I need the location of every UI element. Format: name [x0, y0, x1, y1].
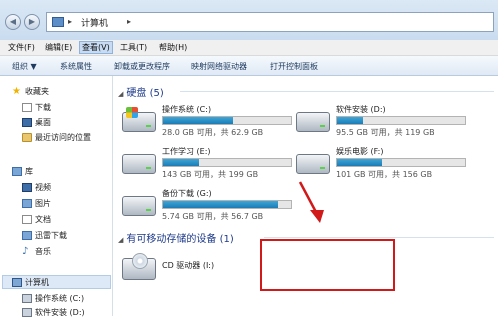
- collapse-triangle-icon: ◢: [118, 90, 124, 98]
- sidebar-item-label: 音乐: [35, 247, 51, 256]
- music-icon: ♪: [22, 246, 29, 257]
- command-toolbar: 组织 ▼ 系统属性 卸载或更改程序 映射网络驱动器 打开控制面板: [0, 56, 498, 76]
- sidebar-item-label: 收藏夹: [25, 87, 49, 96]
- system-properties-button[interactable]: 系统属性: [60, 61, 92, 72]
- sidebar-item-label: 图片: [35, 199, 51, 208]
- annotation-arrow-icon: [298, 181, 324, 223]
- menu-tools[interactable]: 工具(T): [118, 42, 149, 53]
- map-network-drive-button[interactable]: 映射网络驱动器: [191, 61, 247, 72]
- removable-group-header[interactable]: ◢ 有可移动存储的设备 (1): [118, 230, 234, 245]
- drive-space-info: 5.74 GB 可用，共 56.7 GB: [162, 212, 264, 221]
- drive-name: CD 驱动器 (I:): [162, 261, 215, 270]
- drive-usage-bar: [162, 158, 292, 167]
- recent-places-icon: [22, 133, 32, 142]
- menu-edit[interactable]: 编辑(E): [43, 42, 74, 53]
- menu-view[interactable]: 查看(V): [79, 41, 113, 54]
- menu-file[interactable]: 文件(F): [6, 42, 37, 53]
- navigation-pane: ★ 收藏夹 下载 桌面 最近访问的位置 库 视频 图片 文档 迅雷下载 ♪ 音乐…: [0, 76, 113, 317]
- disc-icon: [132, 253, 148, 269]
- drive-d[interactable]: 软件安装 (D:) 95.5 GB 可用，共 119 GB: [292, 104, 467, 144]
- group-divider: [180, 91, 494, 92]
- annotation-highlight-box: [260, 239, 395, 291]
- sidebar-item-label: 桌面: [35, 118, 51, 127]
- drive-space-info: 95.5 GB 可用，共 119 GB: [336, 128, 435, 137]
- back-arrow-icon: ◀: [9, 17, 17, 26]
- drive-name: 娱乐电影 (F:): [336, 147, 384, 156]
- hard-drive-icon: [296, 154, 330, 174]
- address-bar[interactable]: ▸ 计算机 ▸: [46, 12, 494, 32]
- cd-drive-icon: [122, 253, 156, 280]
- chevron-right-icon[interactable]: ▸: [127, 17, 131, 26]
- hard-drive-icon: [296, 112, 330, 132]
- drive-name: 软件安装 (D:): [336, 105, 386, 114]
- back-button[interactable]: ◀: [5, 14, 21, 30]
- menu-help[interactable]: 帮助(H): [157, 42, 189, 53]
- collapse-triangle-icon: ◢: [118, 236, 124, 244]
- drive-e[interactable]: 工作学习 (E:) 143 GB 可用，共 199 GB: [118, 146, 293, 186]
- hdd-group-header[interactable]: ◢ 硬盘 (5): [118, 84, 164, 99]
- drive-name: 操作系统 (C:): [162, 105, 212, 114]
- system-drive-icon: [122, 107, 156, 132]
- hard-drive-icon: [122, 154, 156, 174]
- group-divider: [264, 237, 494, 238]
- desktop-icon: [22, 118, 32, 127]
- sidebar-item-label: 视频: [35, 183, 51, 192]
- drive-c[interactable]: 操作系统 (C:) 28.0 GB 可用，共 62.9 GB: [118, 104, 293, 144]
- drive-usage-bar: [162, 116, 292, 125]
- drive-icon: [22, 294, 32, 303]
- menu-bar: 文件(F) 编辑(E) 查看(V) 工具(T) 帮助(H): [0, 40, 498, 56]
- address-area: ◀ ▶ ▸ 计算机 ▸: [0, 0, 498, 40]
- drive-space-info: 101 GB 可用，共 156 GB: [336, 170, 433, 179]
- organize-button[interactable]: 组织 ▼: [12, 61, 37, 72]
- forward-button[interactable]: ▶: [24, 14, 40, 30]
- computer-icon: [12, 278, 22, 287]
- drive-usage-bar: [336, 116, 466, 125]
- library-icon: [12, 167, 22, 176]
- windows-logo-icon: [126, 107, 138, 118]
- video-icon: [22, 183, 32, 192]
- address-path[interactable]: 计算机: [81, 16, 108, 29]
- xunlei-icon: [22, 231, 32, 240]
- sidebar-item-label: 迅雷下载: [35, 231, 67, 240]
- drive-name: 工作学习 (E:): [162, 147, 211, 156]
- sidebar-item-label: 操作系统 (C:): [35, 294, 85, 303]
- chevron-right-icon[interactable]: ▸: [68, 17, 72, 26]
- drive-name: 备份下载 (G:): [162, 189, 212, 198]
- drive-space-info: 143 GB 可用，共 199 GB: [162, 170, 259, 179]
- uninstall-program-button[interactable]: 卸载或更改程序: [114, 61, 170, 72]
- sidebar-item-label: 文档: [35, 215, 51, 224]
- drive-g[interactable]: 备份下载 (G:) 5.74 GB 可用，共 56.7 GB: [118, 188, 293, 228]
- sidebar-item-label: 软件安装 (D:): [35, 308, 85, 317]
- drive-usage-bar: [162, 200, 292, 209]
- drive-space-info: 28.0 GB 可用，共 62.9 GB: [162, 128, 264, 137]
- document-icon: [22, 215, 32, 224]
- hard-drive-icon: [122, 196, 156, 216]
- forward-arrow-icon: ▶: [28, 17, 36, 26]
- picture-icon: [22, 199, 32, 208]
- star-icon: ★: [12, 86, 21, 97]
- sidebar-item-label: 最近访问的位置: [35, 133, 91, 142]
- sidebar-item-label: 计算机: [25, 278, 49, 287]
- drive-usage-bar: [336, 158, 466, 167]
- group-title: 硬盘 (5): [126, 88, 164, 99]
- sidebar-item-label: 库: [25, 167, 33, 176]
- download-folder-icon: [22, 103, 32, 112]
- computer-icon: [52, 17, 64, 27]
- group-title: 有可移动存储的设备 (1): [126, 234, 234, 245]
- sidebar-item-label: 下载: [35, 103, 51, 112]
- open-control-panel-button[interactable]: 打开控制面板: [270, 61, 318, 72]
